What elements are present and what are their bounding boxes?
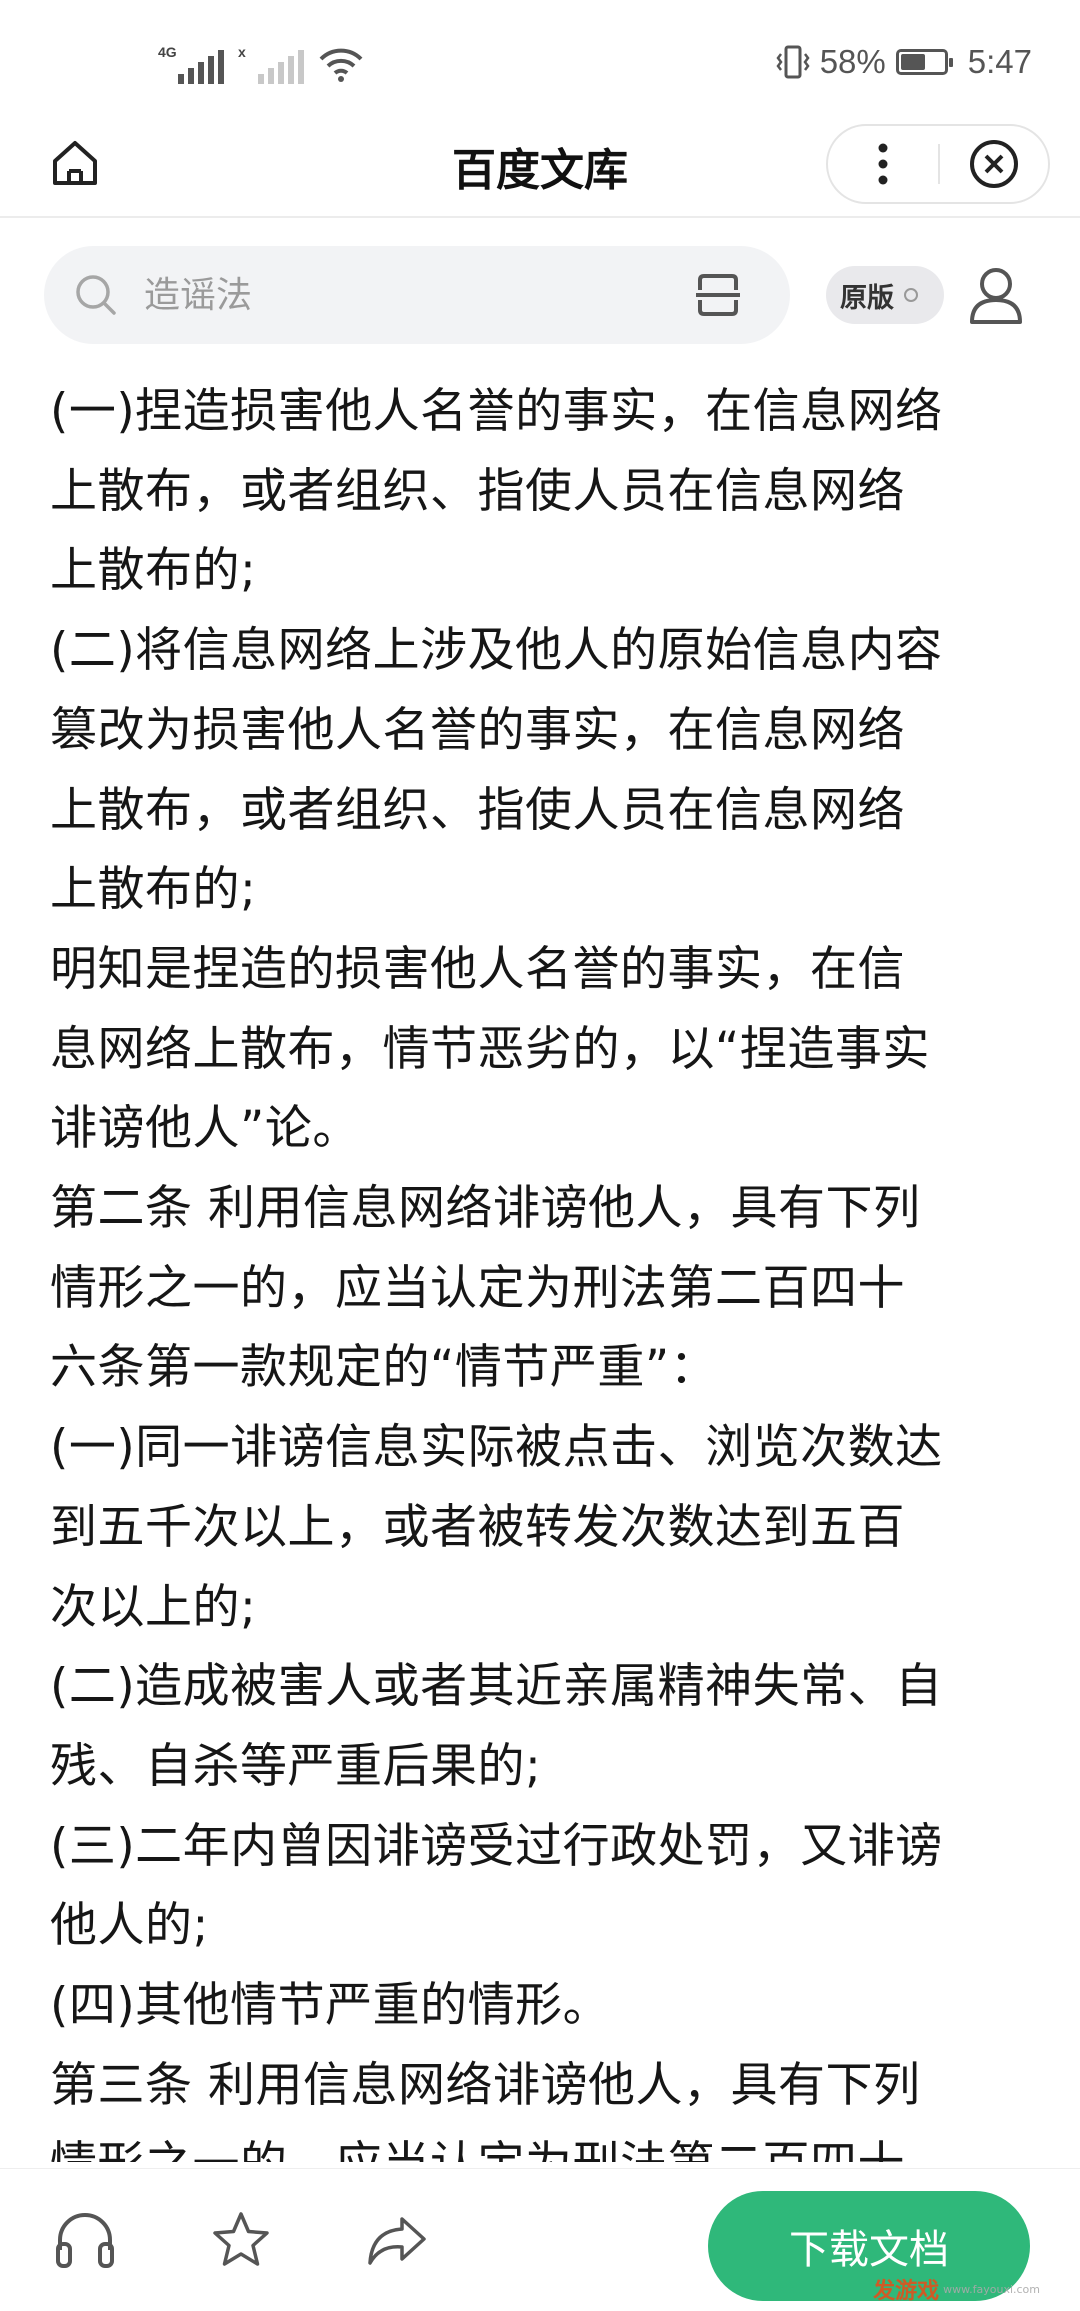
document-line: (二)将信息网络上涉及他人的原始信息内容	[50, 623, 943, 679]
battery-fill	[900, 54, 925, 70]
document-line: (二)造成被害人或者其近亲属精神失常、自	[50, 1659, 943, 1715]
document-line: 情形之一的，应当认定为刑法第二百四十	[50, 1260, 905, 1316]
document-line: 篡改为损害他人名誉的事实，在信息网络	[50, 702, 905, 758]
listen-button[interactable]	[50, 2205, 120, 2275]
status-bar: 4G x 58% 5:47	[0, 0, 1080, 120]
more-button[interactable]	[828, 126, 938, 202]
close-button[interactable]	[940, 126, 1048, 202]
status-bar-right: 58% 5:47	[776, 40, 1032, 84]
original-version-toggle[interactable]: 原版	[826, 266, 944, 324]
document-line: 上散布的;	[50, 862, 257, 918]
more-vertical-icon	[878, 143, 888, 185]
document-line: (一)同一诽谤信息实际被点击、浏览次数达	[50, 1420, 943, 1476]
battery-percent: 58%	[819, 43, 886, 80]
document-line: (一)捏造损害他人名誉的事实，在信息网络	[50, 384, 943, 439]
document-line: 残、自杀等严重后果的;	[50, 1738, 542, 1794]
document-line: 上散布，或者组织、指使人员在信息网络	[50, 463, 905, 519]
document-line: 情形之一的，应当认定为刑法第二百四十	[50, 2125, 1040, 2162]
cellular-signal-2-icon: x	[238, 44, 304, 84]
share-button[interactable]	[362, 2205, 432, 2275]
document-line: 到五千次以上，或者被转发次数达到五百	[50, 1499, 905, 1555]
original-version-label: 原版	[840, 282, 894, 314]
share-arrow-icon	[368, 2217, 426, 2265]
document-line: 诽谤他人”论。	[50, 1101, 360, 1157]
document-line: 六条第一款规定的“情节严重”：	[50, 1340, 718, 1396]
document-line: 次以上的;	[50, 1579, 257, 1635]
search-bar[interactable]	[44, 246, 790, 344]
watermark-url: www.fayouxi.com	[943, 2282, 1040, 2296]
star-icon	[213, 2212, 269, 2266]
headphones-icon	[56, 2213, 114, 2268]
document-line: 第二条 利用信息网络诽谤他人，具有下列	[50, 1181, 921, 1237]
title-bar: 百度文库	[0, 120, 1080, 218]
document-line: (三)二年内曾因诽谤受过行政处罚，又诽谤	[50, 1818, 943, 1874]
favorite-button[interactable]	[206, 2205, 276, 2275]
cellular-signal-icon: 4G	[158, 44, 224, 84]
watermark: 发游戏 www.fayouxi.com	[873, 2273, 1040, 2305]
search-input[interactable]	[144, 246, 704, 344]
search-icon	[76, 275, 116, 315]
no-signal-label: x	[238, 44, 246, 60]
document-line: 第三条 利用信息网络诽谤他人，具有下列	[50, 2057, 921, 2113]
status-bar-left: 4G x	[158, 38, 364, 84]
bottom-action-bar: 下载文档 发游戏 www.fayouxi.com	[0, 2168, 1080, 2311]
battery-icon	[895, 49, 953, 75]
vibrate-icon	[776, 45, 810, 79]
document-line: 他人的;	[50, 1898, 209, 1954]
wifi-icon	[319, 48, 363, 82]
document-line: 上散布的;	[50, 543, 257, 599]
toggle-knob	[904, 288, 918, 302]
document-line: 上散布，或者组织、指使人员在信息网络	[50, 782, 905, 838]
network-type-label: 4G	[158, 44, 177, 60]
user-icon[interactable]	[966, 264, 1026, 328]
watermark-text: 发游戏	[873, 2279, 940, 2304]
document-line: 明知是捏造的损害他人名誉的事实，在信	[50, 941, 905, 997]
mini-program-capsule	[826, 124, 1050, 204]
clock: 5:47	[967, 43, 1032, 80]
scan-icon[interactable]	[696, 272, 740, 318]
document-line: 息网络上散布，情节恶劣的，以“捏造事实	[50, 1021, 930, 1077]
close-circle-icon	[969, 140, 1018, 188]
document-content: (一)捏造损害他人名誉的事实，在信息网络 上散布，或者组织、指使人员在信息网络 上散…	[50, 372, 1040, 2162]
document-line: (四)其他情节严重的情形。	[50, 1978, 611, 2034]
